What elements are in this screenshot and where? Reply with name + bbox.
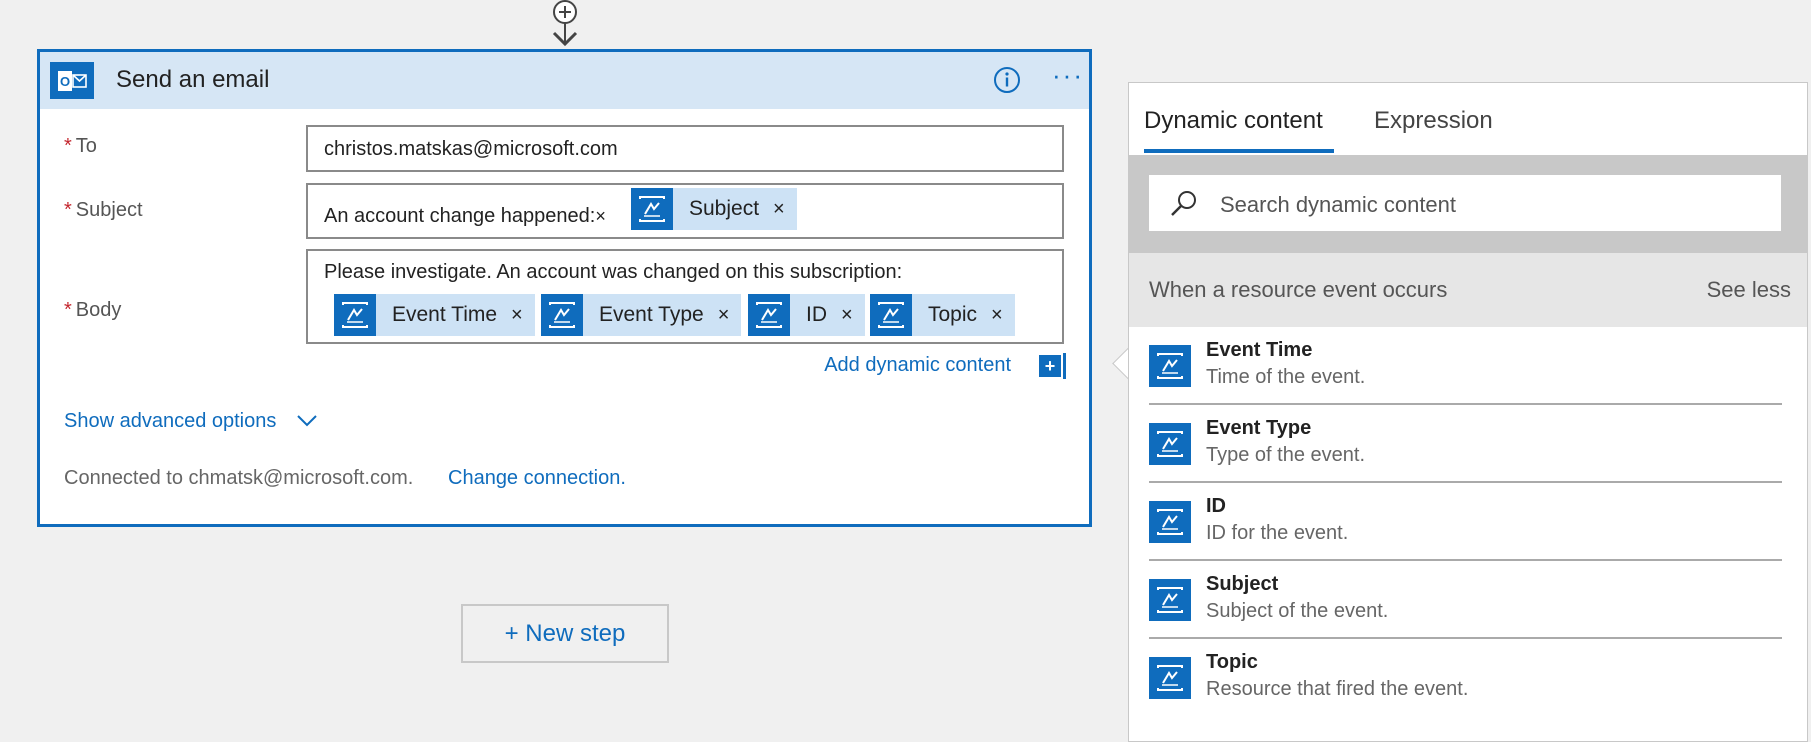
subject-token[interactable]: Subject × [631,188,797,230]
event-grid-icon [870,294,912,336]
add-dynamic-content-link[interactable]: Add dynamic content [824,354,1011,377]
body-token-topic[interactable]: Topic × [870,294,1015,336]
remove-token-icon[interactable]: × [773,198,797,221]
event-grid-icon [1149,657,1191,699]
dynamic-item-event-type[interactable]: Event Type Type of the event. [1149,405,1782,483]
text-cursor-bar [1063,353,1066,379]
remove-token-icon[interactable]: × [511,304,535,327]
item-description: Time of the event. [1206,366,1366,388]
connected-to-text: Connected to chmatsk@microsoft.com. [64,467,414,489]
body-text: Please investigate. An account was chang… [324,261,903,283]
subject-label: * Subject [64,199,143,222]
item-title: Event Time [1206,339,1313,361]
dynamic-content-panel: Dynamic content Expression Search dynami… [1128,82,1808,742]
add-dynamic-content-icon[interactable]: + [1039,355,1061,377]
to-field[interactable]: christos.matskas@microsoft.com [306,125,1064,172]
to-label-text: To [75,135,97,157]
event-grid-icon [748,294,790,336]
section-title: When a resource event occurs [1149,277,1448,302]
item-description: Resource that fired the event. [1206,678,1469,700]
subject-text-close[interactable]: × [595,206,606,226]
insert-step-icon[interactable] [549,0,581,48]
card-header[interactable]: O Send an email ··· [40,52,1089,109]
event-grid-icon [1149,345,1191,387]
more-options-icon[interactable]: ··· [1048,61,1088,97]
search-placeholder: Search dynamic content [1220,192,1457,217]
to-label: * To [64,135,97,158]
search-icon [1171,191,1196,216]
item-description: Type of the event. [1206,444,1365,466]
token-label: Event Type [599,303,704,326]
body-label-text: Body [75,299,122,321]
body-token-id[interactable]: ID × [748,294,865,336]
event-grid-icon [541,294,583,336]
tab-dynamic-content[interactable]: Dynamic content [1144,107,1323,135]
event-grid-icon [1149,579,1191,621]
required-marker: * [64,199,72,221]
item-title: ID [1206,495,1226,517]
body-token-event-type[interactable]: Event Type × [541,294,742,336]
search-area: Search dynamic content [1129,155,1807,253]
item-title: Topic [1206,651,1258,673]
body-label: * Body [64,299,121,322]
required-marker: * [64,135,72,157]
token-label: Subject [689,197,760,220]
active-tab-indicator [1144,149,1334,153]
remove-token-icon[interactable]: × [991,304,1015,327]
subject-text: An account change happened:× [324,205,606,228]
subject-field[interactable]: An account change happened:× Subject × [306,183,1064,239]
token-label: ID [806,303,827,326]
outlook-letter: O [60,74,70,89]
body-field[interactable]: Please investigate. An account was chang… [306,249,1064,344]
event-grid-icon [631,188,673,230]
see-less-link[interactable]: See less [1707,277,1791,303]
subject-label-text: Subject [75,199,143,221]
event-grid-icon [334,294,376,336]
outlook-icon: O [50,62,94,99]
to-value: christos.matskas@microsoft.com [324,138,618,160]
remove-token-icon[interactable]: × [718,304,742,327]
change-connection-link[interactable]: Change connection. [448,467,626,490]
dynamic-item-event-time[interactable]: Event Time Time of the event. [1149,327,1782,405]
dynamic-item-subject[interactable]: Subject Subject of the event. [1149,561,1782,639]
item-title: Event Type [1206,417,1312,439]
card-title: Send an email [116,66,270,93]
search-input[interactable]: Search dynamic content [1149,175,1781,231]
info-icon[interactable] [992,65,1022,95]
item-description: Subject of the event. [1206,600,1389,622]
event-grid-icon [1149,423,1191,465]
item-title: Subject [1206,573,1279,595]
required-marker: * [64,299,72,321]
remove-token-icon[interactable]: × [841,304,865,327]
item-description: ID for the event. [1206,522,1349,544]
section-header: When a resource event occurs See less [1129,253,1807,327]
tab-expression[interactable]: Expression [1374,107,1493,135]
dynamic-item-id[interactable]: ID ID for the event. [1149,483,1782,561]
chevron-down-icon[interactable] [296,412,318,430]
subject-text-value: An account change happened: [324,205,596,227]
token-label: Topic [928,303,978,326]
send-email-card: O Send an email ··· * To christos.matskas… [37,49,1092,527]
new-step-button[interactable]: + New step [461,604,669,663]
dynamic-item-topic[interactable]: Topic Resource that fired the event. [1149,639,1782,717]
token-label: Event Time [392,303,498,326]
event-grid-icon [1149,501,1191,543]
show-advanced-options-link[interactable]: Show advanced options [64,410,276,433]
body-token-event-time[interactable]: Event Time × [334,294,535,336]
